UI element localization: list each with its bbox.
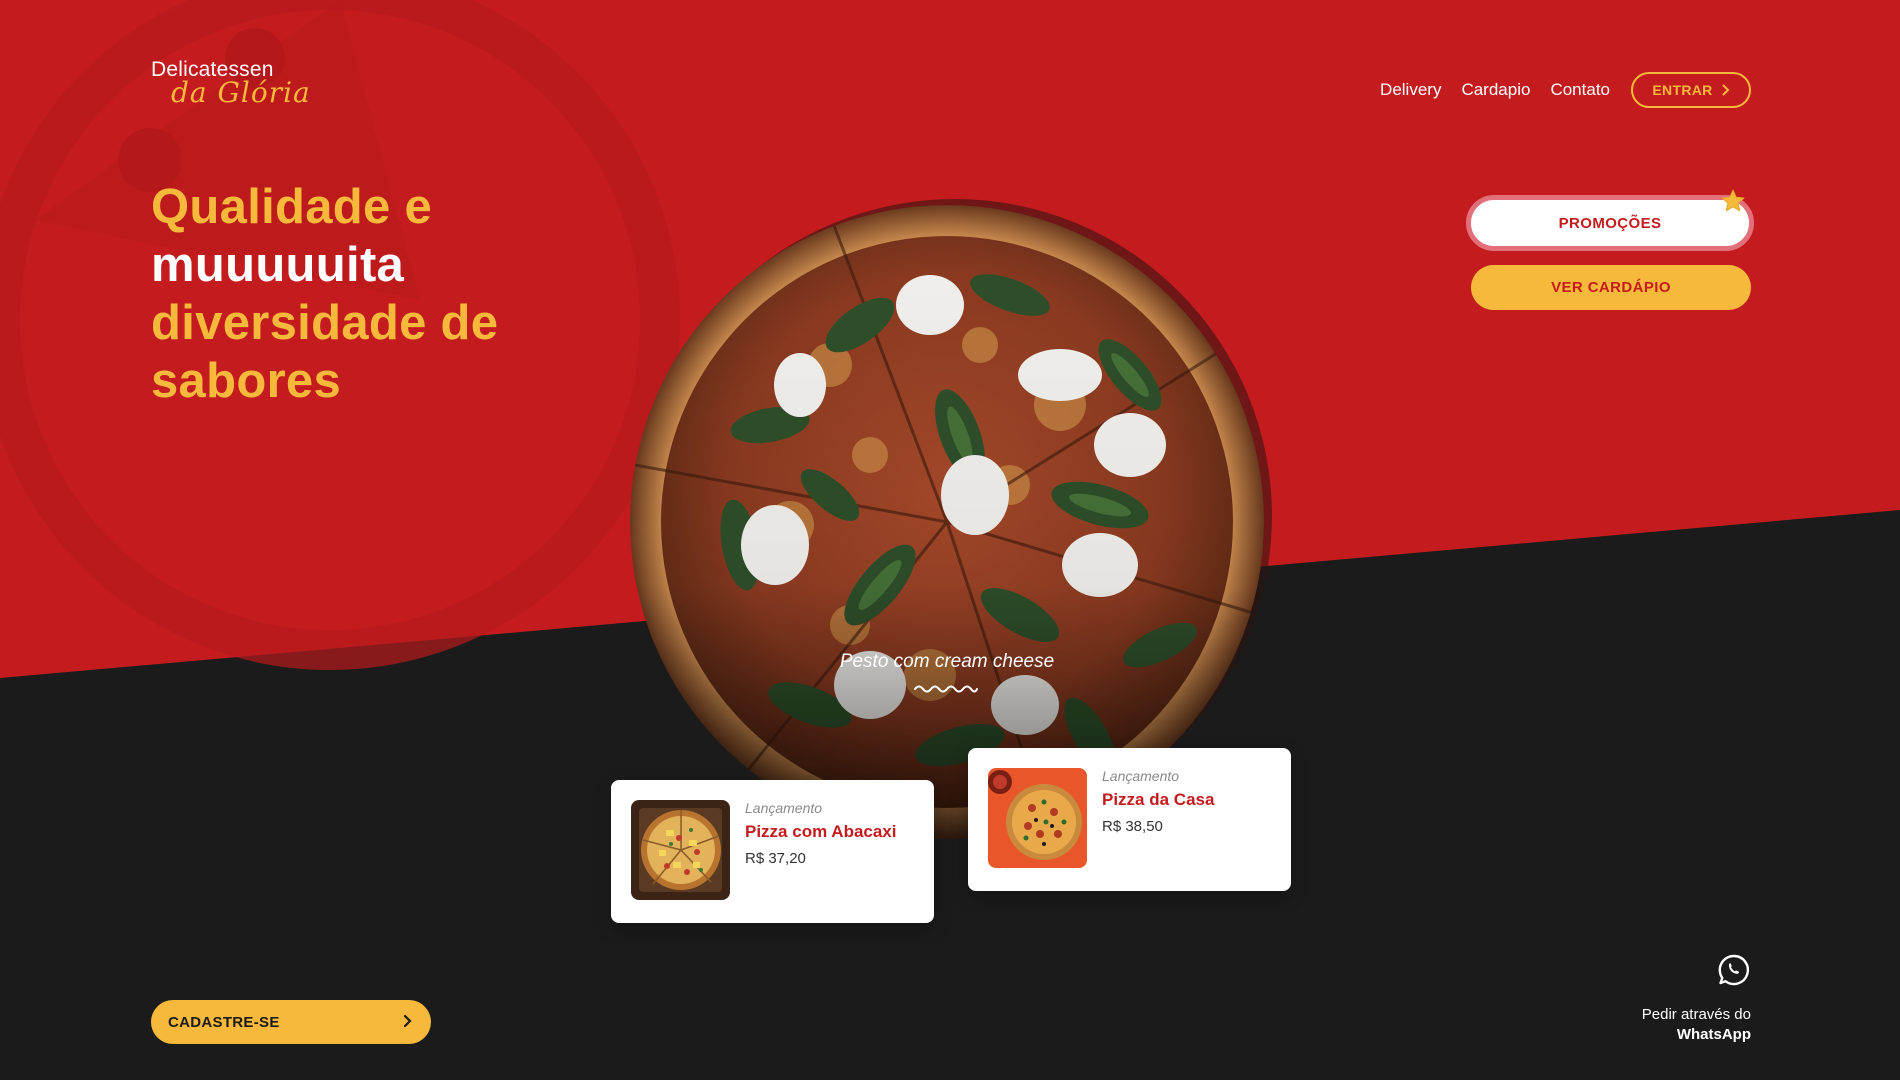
wave-divider-icon [914,685,978,693]
featured-pizza-caption: Pesto com cream cheese [839,651,1055,672]
product-info: Lançamento Pizza com Abacaxi R$ 37,20 [745,800,897,867]
product-price: R$ 38,50 [1102,818,1163,835]
brand-name-line2: da Glória [171,76,311,109]
product-price: R$ 37,20 [745,850,806,867]
chevron-right-icon [1722,84,1730,96]
product-tag: Lançamento [1102,768,1180,784]
product-image-house-pizza [988,768,1087,868]
login-button[interactable]: ENTRAR [1631,72,1751,108]
login-button-label: ENTRAR [1652,82,1713,98]
headline-line-3: diversidade de [151,296,499,350]
star-icon [1720,188,1746,219]
nav-contato[interactable]: Contato [1550,80,1610,100]
product-tag: Lançamento [745,800,823,816]
view-menu-button[interactable]: VER CARDÁPIO [1471,265,1751,310]
hero-headline: Qualidade e muuuuuita diversidade de sab… [151,178,571,410]
product-image-pineapple-pizza [631,800,730,900]
product-name[interactable]: Pizza com Abacaxi [745,822,897,842]
headline-line-2: muuuuuita [151,238,405,292]
nav-delivery[interactable]: Delivery [1380,80,1441,100]
brand-logo[interactable]: Delicatessen da Glória [151,58,311,108]
whatsapp-text-line2: WhatsApp [1676,1026,1751,1043]
nav-cardapio[interactable]: Cardapio [1461,80,1530,100]
product-card[interactable]: Lançamento Pizza com Abacaxi R$ 37,20 [611,780,934,923]
product-info: Lançamento Pizza da Casa R$ 38,50 [1102,768,1214,835]
product-card[interactable]: Lançamento Pizza da Casa R$ 38,50 [968,748,1291,891]
promotions-button[interactable]: PROMOÇÕES [1466,195,1754,251]
main-nav: Delivery Cardapio Contato ENTRAR [1380,72,1751,108]
whatsapp-text-line1: Pedir através do [1641,1006,1751,1023]
headline-line-4: sabores [151,354,342,408]
whatsapp-order-link[interactable]: Pedir através do WhatsApp [1642,1005,1751,1045]
featured-pizza[interactable]: Pesto com cream cheese [630,199,1272,839]
featured-pizza-image [630,205,1264,839]
chevron-right-icon [403,1014,412,1032]
product-name[interactable]: Pizza da Casa [1102,790,1214,810]
whatsapp-icon[interactable] [1717,953,1751,992]
headline-line-1: Qualidade e [151,180,433,234]
signup-button-label: CADASTRE-SE [168,1013,280,1031]
signup-button[interactable]: CADASTRE-SE [151,1000,431,1044]
